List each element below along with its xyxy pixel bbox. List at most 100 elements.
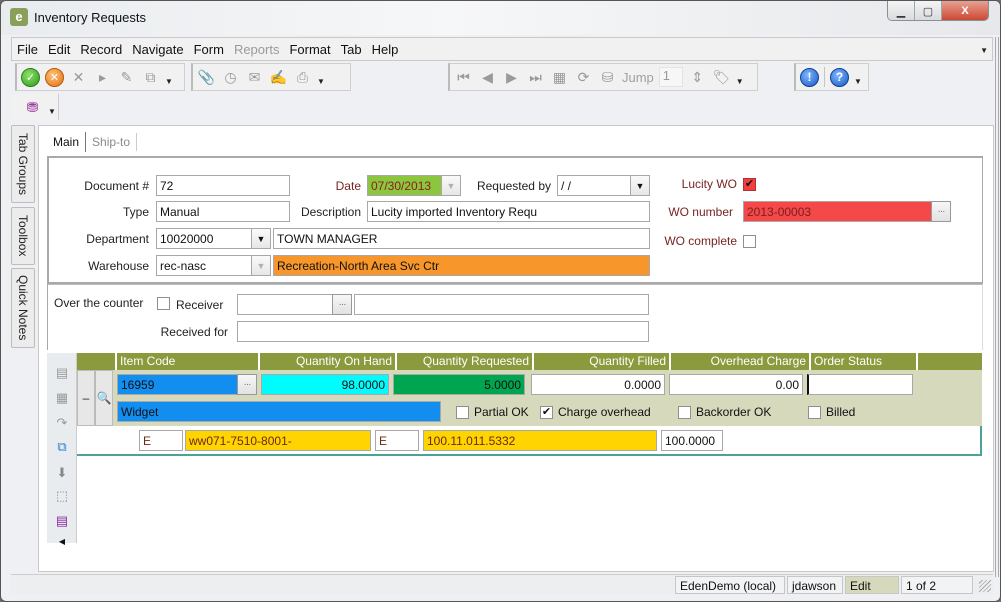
account-percent-field[interactable]: 100.0000 xyxy=(661,430,723,451)
hierarchy-icon[interactable]: ⛁ xyxy=(598,68,617,87)
column-quantity-requested[interactable]: Quantity Requested xyxy=(397,353,534,370)
received-for-field[interactable] xyxy=(237,321,649,342)
tab-main[interactable]: Main xyxy=(47,132,85,152)
column-item-code[interactable]: Item Code xyxy=(117,353,260,370)
jump-spinner-icon[interactable]: ⇕ xyxy=(688,68,707,87)
warehouse-code-field[interactable]: rec-nasc xyxy=(156,255,252,276)
account-type-2-field[interactable]: E xyxy=(375,430,419,451)
database-export-icon[interactable]: ⛃ xyxy=(23,98,42,117)
document-field[interactable]: 72 xyxy=(156,175,290,196)
menu-navigate[interactable]: Navigate xyxy=(127,42,188,57)
grid-icon[interactable]: ▦ xyxy=(53,390,71,406)
edit-icon[interactable]: ✎ xyxy=(117,68,136,87)
tag-icon[interactable]: 🏷 xyxy=(712,68,731,87)
backorder-ok-checkbox[interactable] xyxy=(678,406,691,419)
notes-icon[interactable]: ✍ xyxy=(269,68,288,87)
qty-requested-field[interactable]: 5.0000 xyxy=(393,374,525,395)
navigation-toolbar-dropdown-icon[interactable]: ▼ xyxy=(736,77,744,86)
item-code-lookup-button[interactable]: ··· xyxy=(237,374,257,395)
menu-record[interactable]: Record xyxy=(75,42,127,57)
info-icon[interactable]: ! xyxy=(800,67,819,87)
cancel-icon[interactable]: ✕ xyxy=(45,67,64,87)
type-field[interactable]: Manual xyxy=(156,201,290,222)
wo-number-lookup-button[interactable]: ··· xyxy=(931,201,951,222)
secondary-toolbar-dropdown-icon[interactable]: ▼ xyxy=(48,107,56,116)
network-icon[interactable]: ⧉ xyxy=(53,439,71,455)
receiver-lookup-button[interactable]: ··· xyxy=(332,294,352,315)
resize-grip-icon[interactable] xyxy=(979,580,991,592)
account-type-1-field[interactable]: E xyxy=(139,430,183,451)
tools-toolbar-dropdown-icon[interactable]: ▼ xyxy=(317,77,325,86)
menu-reports[interactable]: Reports xyxy=(229,42,285,57)
qty-filled-field[interactable]: 0.0000 xyxy=(531,374,665,395)
print-icon[interactable]: ⎙ xyxy=(293,68,312,87)
department-code-field[interactable]: 10020000 xyxy=(156,228,252,249)
record-toolbar-dropdown-icon[interactable]: ▼ xyxy=(165,77,173,86)
redo-icon[interactable]: ↷ xyxy=(53,415,71,431)
menu-file[interactable]: File xyxy=(12,42,43,57)
billed-checkbox[interactable] xyxy=(808,406,821,419)
receiver-field[interactable] xyxy=(237,294,334,315)
menu-tab[interactable]: Tab xyxy=(336,42,367,57)
column-quantity-filled[interactable]: Quantity Filled xyxy=(534,353,671,370)
item-code-field[interactable]: 16959 xyxy=(117,374,239,395)
previous-record-icon[interactable]: ◀ xyxy=(478,68,497,87)
warehouse-dropdown-icon[interactable]: ▼ xyxy=(251,255,271,276)
collapse-left-icon[interactable]: ◀ xyxy=(53,533,71,549)
email-icon[interactable]: ✉ xyxy=(245,68,264,87)
last-record-icon[interactable]: ⏭ xyxy=(526,68,545,87)
column-quantity-on-hand[interactable]: Quantity On Hand xyxy=(260,353,397,370)
report-icon[interactable]: ▤ xyxy=(53,513,71,529)
clock-icon[interactable]: ◷ xyxy=(221,68,240,87)
menu-format[interactable]: Format xyxy=(284,42,335,57)
order-status-field[interactable] xyxy=(807,374,913,395)
account-number-2-field[interactable]: 100.11.011.5332 xyxy=(423,430,657,451)
description-field[interactable]: Lucity imported Inventory Requ xyxy=(367,201,650,222)
grid-add-icon[interactable]: ▤ xyxy=(53,365,71,381)
wo-number-field[interactable]: 2013-00003 xyxy=(743,201,933,222)
next-record-icon[interactable]: ▶ xyxy=(502,68,521,87)
save-icon[interactable]: ✓ xyxy=(21,67,40,87)
side-panel-tabs: Tab Groups Toolbox Quick Notes xyxy=(11,125,35,350)
help-toolbar-dropdown-icon[interactable]: ▼ xyxy=(854,77,862,86)
date-field[interactable]: 07/30/2013 xyxy=(367,175,443,196)
side-tab-quick-notes[interactable]: Quick Notes xyxy=(11,268,35,348)
attachment-icon[interactable]: 📎 xyxy=(197,68,216,87)
first-record-icon[interactable]: ⏮ xyxy=(454,68,473,87)
side-tab-toolbox[interactable]: Toolbox xyxy=(11,207,35,265)
jump-input[interactable]: 1 xyxy=(658,67,683,87)
tab-ship-to[interactable]: Ship-to xyxy=(85,132,136,152)
filter-icon[interactable]: ⧉ xyxy=(141,68,160,87)
date-dropdown-icon[interactable]: ▼ xyxy=(441,175,461,196)
zoom-record-icon[interactable]: 🔍 xyxy=(95,370,113,426)
column-overhead-charge[interactable]: Overhead Charge xyxy=(671,353,811,370)
column-order-status[interactable]: Order Status xyxy=(811,353,918,370)
lucity-wo-checkbox[interactable]: ✔ xyxy=(743,178,756,191)
requested-by-field[interactable]: / / xyxy=(557,175,633,196)
minimize-button[interactable]: ▁ xyxy=(888,1,915,20)
overhead-charge-field[interactable]: 0.00 xyxy=(669,374,803,395)
delete-icon[interactable]: ✕ xyxy=(69,68,88,87)
department-dropdown-icon[interactable]: ▼ xyxy=(251,228,271,249)
help-icon[interactable]: ? xyxy=(830,67,849,87)
side-tab-tab-groups[interactable]: Tab Groups xyxy=(11,125,35,203)
close-button[interactable]: X xyxy=(942,1,988,20)
move-down-icon[interactable]: ⬇ xyxy=(53,465,71,481)
menu-overflow-icon[interactable]: ▼ xyxy=(980,46,988,55)
wo-complete-checkbox[interactable] xyxy=(743,235,756,248)
menu-edit[interactable]: Edit xyxy=(43,42,75,57)
collapse-row-button[interactable]: – xyxy=(77,370,95,426)
minimize-icon: ▁ xyxy=(896,5,906,18)
grid-view-icon[interactable]: ▦ xyxy=(550,68,569,87)
menu-form[interactable]: Form xyxy=(189,42,229,57)
box-icon[interactable]: ⬚ xyxy=(53,488,71,504)
partial-ok-checkbox[interactable] xyxy=(456,406,469,419)
account-number-1-field[interactable]: ww071-7510-8001- xyxy=(185,430,371,451)
insert-icon[interactable]: ▸ xyxy=(93,68,112,87)
menu-help[interactable]: Help xyxy=(367,42,404,57)
charge-overhead-checkbox[interactable]: ✔ xyxy=(540,406,553,419)
maximize-button[interactable]: ▢ xyxy=(915,1,942,20)
over-the-counter-checkbox[interactable] xyxy=(157,297,170,310)
refresh-icon[interactable]: ⟳ xyxy=(574,68,593,87)
requested-by-dropdown-icon[interactable]: ▼ xyxy=(630,175,650,196)
